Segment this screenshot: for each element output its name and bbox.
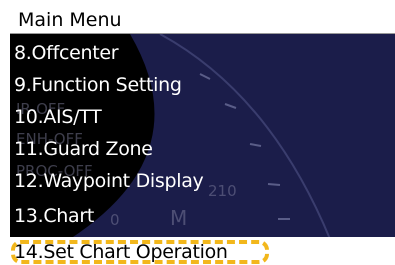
main-menu-panel: IR-OFF ENH-OFF PROC-OFF 210 0 M Main Men… [10, 6, 395, 265]
ghost-unit-label: M [170, 206, 188, 230]
menu-item-function-setting[interactable]: 9.Function Setting [10, 70, 182, 100]
menu-item-offcenter[interactable]: 8.Offcenter [10, 38, 119, 68]
ghost-zero-label: 0 [110, 211, 120, 229]
menu-item-waypoint-display[interactable]: 12.Waypoint Display [10, 166, 204, 196]
menu-item-chart[interactable]: 13.Chart [10, 201, 94, 231]
ghost-bearing-label: 210 [208, 182, 237, 200]
menu-title: Main Menu [10, 6, 395, 34]
bearing-tick [267, 183, 281, 186]
menu-item-guard-zone[interactable]: 11.Guard Zone [10, 134, 153, 164]
menu-item-ais-tt[interactable]: 10.AIS/TT [10, 102, 102, 132]
menu-item-set-chart-operation[interactable]: 14.Set Chart Operation [10, 237, 395, 265]
